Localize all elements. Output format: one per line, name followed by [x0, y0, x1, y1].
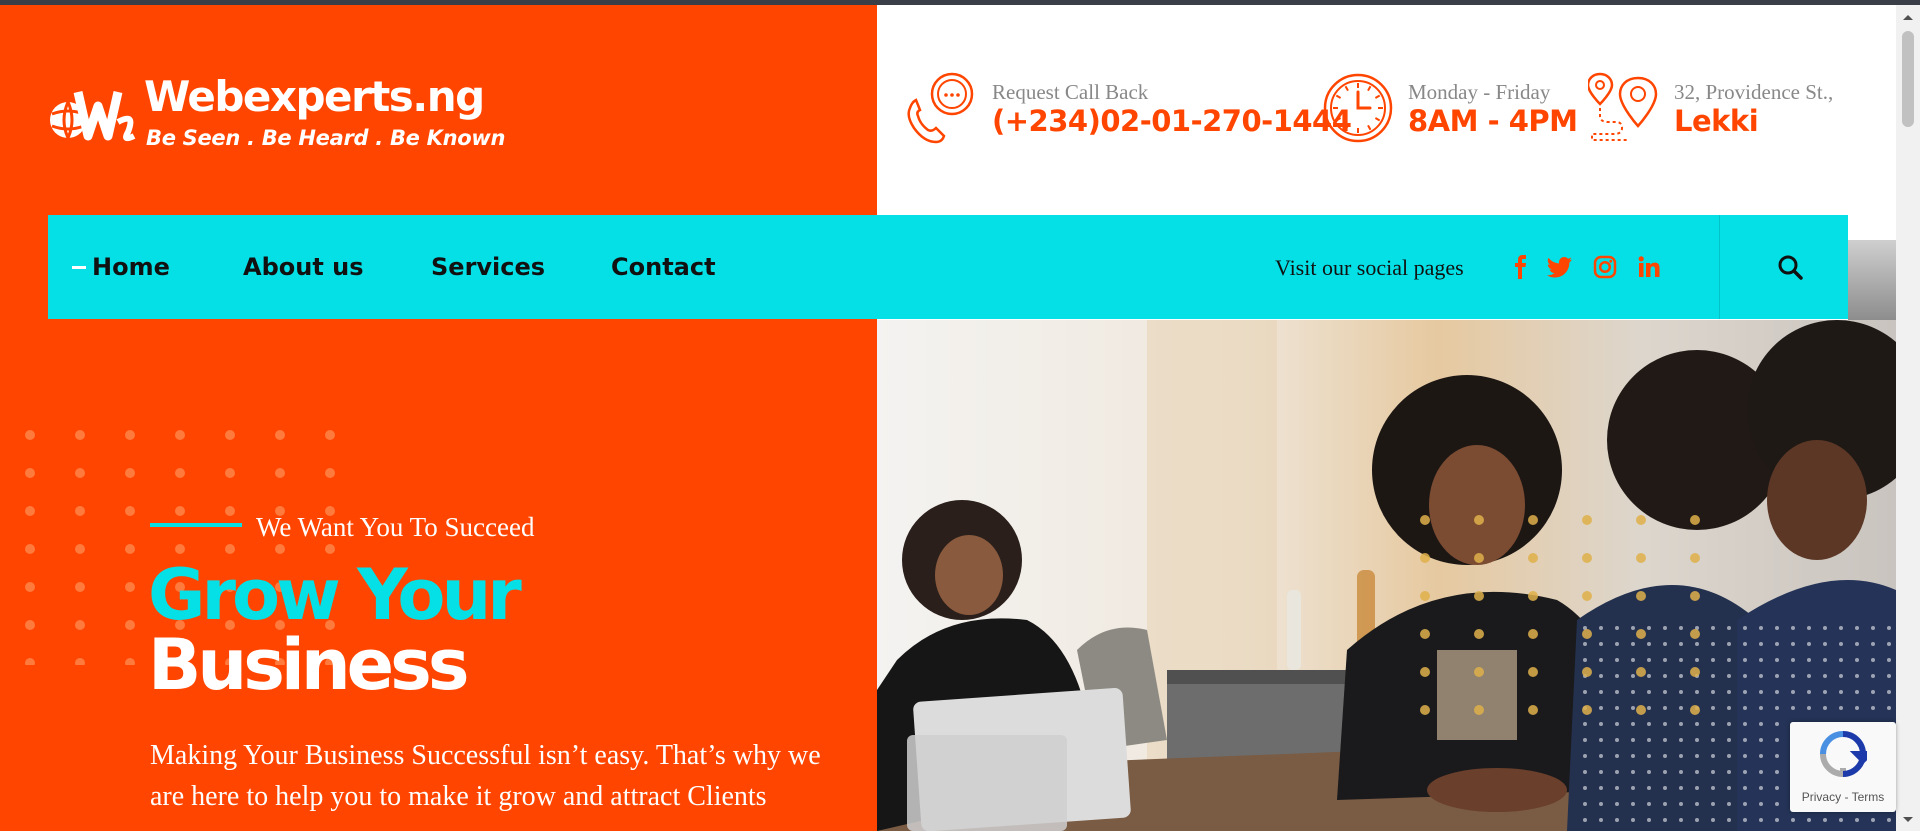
facebook-icon[interactable] — [1508, 254, 1534, 280]
clock-icon — [1323, 73, 1393, 143]
twitter-icon[interactable] — [1547, 254, 1573, 280]
scroll-down-arrow-icon[interactable] — [1903, 817, 1913, 822]
recaptcha-badge[interactable]: Privacy - Terms — [1790, 722, 1896, 812]
recaptcha-icon — [1820, 731, 1867, 778]
nav-about-us[interactable]: About us — [243, 253, 364, 281]
linkedin-icon[interactable] — [1636, 254, 1662, 280]
nav-contact[interactable]: Contact — [611, 253, 716, 281]
active-nav-indicator — [72, 266, 86, 269]
phone-chat-icon — [907, 72, 974, 144]
brand-name: Webexperts.ng — [144, 72, 485, 121]
nav-divider — [1719, 215, 1720, 319]
search-icon[interactable] — [1776, 253, 1804, 281]
callback-label: Request Call Back — [992, 80, 1149, 104]
globe-w-icon — [50, 91, 136, 142]
nav-home[interactable]: Home — [92, 253, 170, 281]
recaptcha-terms-link[interactable]: Terms — [1852, 790, 1885, 804]
hero-description: Making Your Business Successful isn’t ea… — [150, 740, 821, 812]
hours-value: 8AM - 4PM — [1408, 104, 1578, 138]
callback-phone[interactable]: (+234)02-01-270-1444 — [992, 104, 1352, 138]
instagram-icon[interactable] — [1592, 254, 1618, 280]
address-value[interactable]: Lekki — [1674, 104, 1759, 138]
hero-headline-line2: Business — [148, 624, 469, 706]
location-pin-icon — [1588, 72, 1658, 141]
hero-left-panel: We Want You To Succeed Grow Your Busines… — [0, 5, 877, 831]
recaptcha-links: Privacy - Terms — [1790, 790, 1896, 804]
hero-eyebrow: We Want You To Succeed — [256, 512, 535, 542]
recaptcha-privacy-link[interactable]: Privacy — [1802, 790, 1841, 804]
photo-top-edge — [1848, 240, 1896, 320]
brand-tagline: Be Seen . Be Heard . Be Known — [146, 126, 506, 150]
hours-label: Monday - Friday — [1408, 80, 1551, 104]
social-label: Visit our social pages — [1275, 255, 1464, 280]
nav-services[interactable]: Services — [431, 253, 545, 281]
scroll-thumb[interactable] — [1902, 31, 1914, 127]
address-label: 32, Providence St., — [1674, 80, 1834, 104]
eyebrow-accent-line — [150, 523, 242, 527]
hero-team-photo — [877, 320, 1896, 831]
scroll-up-arrow-icon[interactable] — [1903, 15, 1913, 20]
main-navbar: Home About us Services Contact Visit our… — [48, 215, 1848, 319]
page-scrollbar[interactable] — [1896, 5, 1920, 831]
recaptcha-separator: - — [1841, 790, 1852, 804]
